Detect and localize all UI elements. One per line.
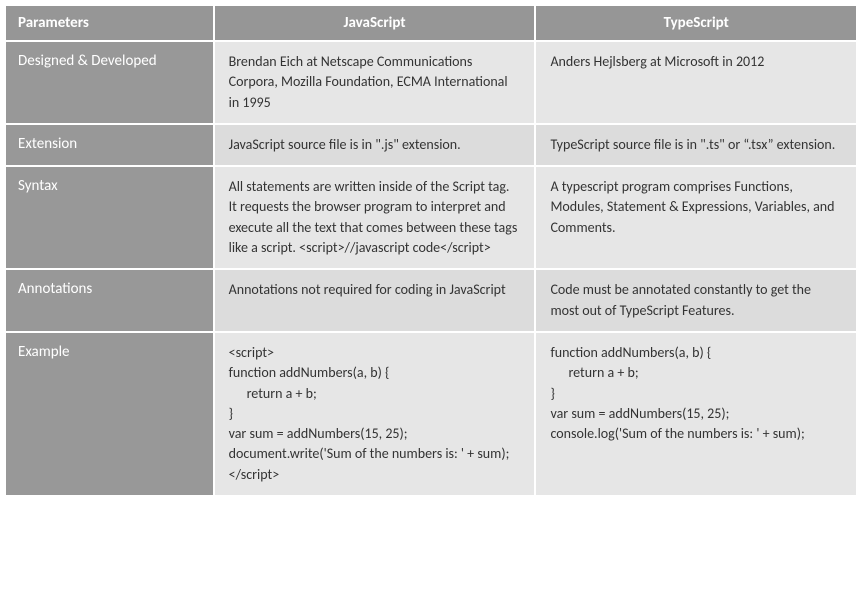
table-row: Syntax All statements are written inside… bbox=[6, 167, 856, 268]
js-syntax: All statements are written inside of the… bbox=[215, 167, 535, 268]
ts-designed-developed: Anders Hejlsberg at Microsoft in 2012 bbox=[536, 42, 856, 123]
param-syntax: Syntax bbox=[6, 167, 213, 268]
ts-example: function addNumbers(a, b) {return a + b;… bbox=[536, 333, 856, 495]
js-designed-developed: Brendan Eich at Netscape Communications … bbox=[215, 42, 535, 123]
table-row: Designed & Developed Brendan Eich at Net… bbox=[6, 42, 856, 123]
param-designed-developed: Designed & Developed bbox=[6, 42, 213, 123]
js-extension: JavaScript source file is in ".js" exten… bbox=[215, 125, 535, 165]
code-line: function addNumbers(a, b) { bbox=[229, 363, 521, 383]
param-example: Example bbox=[6, 333, 213, 495]
header-javascript: JavaScript bbox=[215, 6, 535, 40]
code-line: function addNumbers(a, b) { bbox=[550, 343, 842, 363]
ts-syntax: A typescript program comprises Functions… bbox=[536, 167, 856, 268]
table-header-row: Parameters JavaScript TypeScript bbox=[6, 6, 856, 40]
code-line: <script> bbox=[229, 343, 521, 363]
code-line: document.write('Sum of the numbers is: '… bbox=[229, 444, 521, 464]
table-row: Annotations Annotations not required for… bbox=[6, 270, 856, 331]
code-line: } bbox=[229, 404, 521, 424]
param-extension: Extension bbox=[6, 125, 213, 165]
param-annotations: Annotations bbox=[6, 270, 213, 331]
code-line: </script> bbox=[229, 465, 521, 485]
header-typescript: TypeScript bbox=[536, 6, 856, 40]
code-line: return a + b; bbox=[550, 363, 842, 383]
table-row: Extension JavaScript source file is in "… bbox=[6, 125, 856, 165]
header-parameters: Parameters bbox=[6, 6, 213, 40]
ts-extension: TypeScript source file is in ".ts" or “.… bbox=[536, 125, 856, 165]
js-annotations: Annotations not required for coding in J… bbox=[215, 270, 535, 331]
ts-annotations: Code must be annotated constantly to get… bbox=[536, 270, 856, 331]
code-line: var sum = addNumbers(15, 25); bbox=[550, 404, 842, 424]
code-line: } bbox=[550, 384, 842, 404]
code-line: console.log('Sum of the numbers is: ' + … bbox=[550, 424, 842, 444]
code-line: return a + b; bbox=[229, 384, 521, 404]
js-example: <script>function addNumbers(a, b) {retur… bbox=[215, 333, 535, 495]
table-row: Example <script>function addNumbers(a, b… bbox=[6, 333, 856, 495]
comparison-table: Parameters JavaScript TypeScript Designe… bbox=[4, 4, 858, 497]
code-line: var sum = addNumbers(15, 25); bbox=[229, 424, 521, 444]
